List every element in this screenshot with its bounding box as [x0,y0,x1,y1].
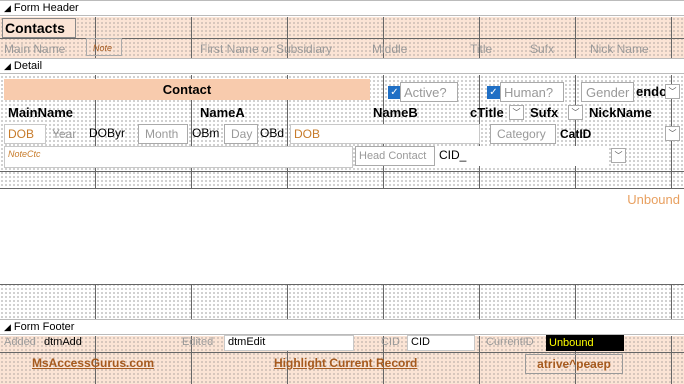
form-header-section-bar[interactable]: ◢ Form Header [0,0,684,16]
chevron-down-icon: ﹀ [614,151,623,160]
sufx-dropdown-button[interactable]: ﹀ [568,105,583,120]
chevron-down-icon: ﹀ [571,108,580,117]
note-header-label[interactable]: Note [86,38,122,56]
first-name-header-label[interactable]: First Name or Subsidiary [200,42,355,58]
collapse-triangle-icon: ◢ [4,2,11,13]
dob-field[interactable]: DOB [290,124,480,144]
title-combo-value[interactable]: cTitle [470,105,506,121]
checkmark-icon: ✓ [489,87,498,98]
nick-name-header-label[interactable]: Nick Name [590,42,660,58]
dob-day-field[interactable]: OBd [260,124,290,144]
added-label[interactable]: Added [4,336,42,350]
edited-label[interactable]: Edited [182,336,222,350]
detail-section-bar[interactable]: ◢ Detail [0,58,684,74]
upside-down-button[interactable]: atrive^peaep [525,354,623,374]
grid-line [671,336,672,384]
form-header-section-label: Form Header [13,2,79,14]
current-id-label[interactable]: CurrentID [486,336,546,350]
title-header-label[interactable]: Title [470,42,504,58]
form-footer-section-bar[interactable]: ◢ Form Footer [0,319,684,335]
cid-label[interactable]: CID [381,336,407,350]
day-label[interactable]: Day [224,124,258,144]
form-footer-section-label: Form Footer [13,321,75,333]
chevron-down-icon: ﹀ [668,87,677,96]
gender-label[interactable]: Gender [581,82,634,102]
nick-name-field[interactable]: NickName [589,105,669,121]
head-contact-dropdown-button[interactable]: ﹀ [611,148,626,163]
edited-field[interactable]: dtmEdit [224,335,354,351]
category-dropdown-button[interactable]: ﹀ [665,126,680,141]
chevron-down-icon: ﹀ [668,129,677,138]
checkmark-icon: ✓ [390,87,399,98]
dob-year-field[interactable]: DOByr [89,124,133,144]
grid-line [479,336,480,384]
gender-dropdown-button[interactable]: ﹀ [665,84,680,99]
cid-field[interactable]: CID [407,335,475,351]
gender-combo-value[interactable]: endo [636,83,666,101]
highlight-current-record-link[interactable]: Highlight Current Record [274,356,444,374]
name-b-field[interactable]: NameB [373,105,443,121]
active-label[interactable]: Active? [400,82,458,102]
msaccessgurus-link[interactable]: MsAccessGurus.com [32,356,192,374]
sufx-header-label[interactable]: Sufx [530,42,570,58]
sufx-combo-value[interactable]: Sufx [530,105,568,121]
dob-label[interactable]: DOB [4,124,46,144]
head-contact-label[interactable]: Head Contact [355,146,435,166]
collapse-triangle-icon: ◢ [4,60,11,71]
form-title[interactable]: Contacts [2,18,76,38]
title-dropdown-button[interactable]: ﹀ [509,105,524,120]
human-label[interactable]: Human? [500,82,564,102]
collapse-triangle-icon: ◢ [4,321,11,332]
chevron-down-icon: ﹀ [512,108,521,117]
year-label[interactable]: Year [52,127,86,143]
contact-banner: Contact [4,79,370,100]
main-name-header-label[interactable]: Main Name [4,42,76,58]
dob-month-field[interactable]: OBm [191,124,225,144]
main-name-field[interactable]: MainName [8,105,88,121]
head-contact-combo-value[interactable]: CID_ [437,146,607,166]
detail-section-label: Detail [13,60,43,72]
unbound-subform[interactable] [0,189,684,284]
human-checkbox[interactable]: ✓ [487,86,500,99]
current-id-field[interactable]: Unbound [546,335,624,351]
name-a-field[interactable]: NameA [200,105,280,121]
grid-line [0,284,684,285]
note-ctc-field[interactable]: NoteCtc [4,146,353,168]
unbound-label: Unbound [627,192,680,207]
grid-line [0,171,684,172]
category-label[interactable]: Category [490,124,556,144]
added-field[interactable]: dtmAdd [44,336,164,350]
middle-header-label[interactable]: Middle [372,42,422,58]
category-combo-value[interactable]: CatID [560,125,620,143]
grid-line [0,352,684,353]
month-label[interactable]: Month [138,124,188,144]
